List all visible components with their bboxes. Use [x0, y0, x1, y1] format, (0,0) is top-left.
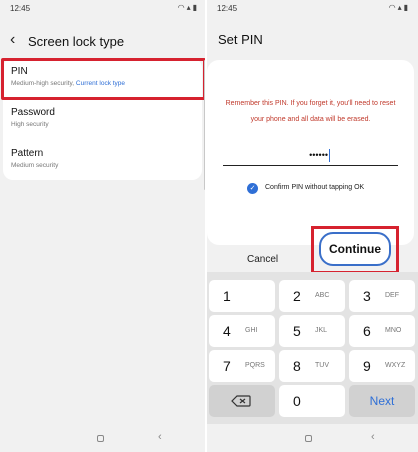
key-digit: 6	[363, 323, 371, 339]
key-digit: 4	[223, 323, 231, 339]
status-time: 12:45	[217, 4, 238, 13]
page-title: Set PIN	[218, 32, 263, 47]
status-icons: ◠▴▮	[178, 3, 199, 12]
battery-icon: ▮	[192, 3, 199, 12]
status-time: 12:45	[10, 4, 31, 13]
checkmark-icon[interactable]: ✓	[247, 183, 258, 194]
back-arrow-icon[interactable]: ‹	[10, 31, 15, 49]
nav-bar: ‹	[207, 426, 418, 452]
battery-icon: ▮	[403, 3, 410, 12]
status-bar: 12:45 ◠▴▮	[207, 0, 418, 16]
pin-masked-value: ••••••	[309, 150, 328, 160]
wifi-icon: ◠	[177, 3, 187, 12]
key-6[interactable]: 6 MNO	[349, 315, 415, 347]
key-digit: 0	[293, 393, 301, 409]
next-key[interactable]: Next	[349, 385, 415, 417]
pin-entry-card: Remember this PIN. If you forget it, you…	[207, 60, 414, 245]
key-digit: 2	[293, 288, 301, 304]
next-label: Next	[369, 394, 395, 408]
key-letters: ABC	[315, 292, 330, 299]
key-3[interactable]: 3 DEF	[349, 280, 415, 312]
key-digit: 3	[363, 288, 371, 304]
option-description: Medium security	[11, 162, 59, 169]
home-icon[interactable]	[305, 435, 312, 442]
option-description: High security	[11, 121, 49, 128]
option-pattern[interactable]: Pattern Medium security	[3, 140, 202, 178]
screen-lock-type-screen: 12:45 ◠▴▮ ‹ Screen lock type PIN Medium-…	[0, 0, 207, 452]
key-9[interactable]: 9 WXYZ	[349, 350, 415, 382]
cancel-button[interactable]: Cancel	[247, 254, 278, 265]
key-letters: PQRS	[245, 362, 265, 369]
status-bar: 12:45 ◠▴▮	[0, 0, 207, 16]
key-letters: DEF	[385, 292, 399, 299]
nav-bar: ‹	[0, 426, 207, 452]
option-label: Password	[11, 107, 55, 118]
key-digit: 5	[293, 323, 301, 339]
set-pin-screen: 12:45 ◠▴▮ Set PIN Remember this PIN. If …	[207, 0, 418, 452]
key-1[interactable]: 1	[209, 280, 275, 312]
pin-highlight-box	[1, 58, 206, 100]
backspace-key[interactable]	[209, 385, 275, 417]
key-letters: GHI	[245, 327, 258, 334]
pin-warning: Remember this PIN. If you forget it, you…	[225, 100, 396, 123]
key-5[interactable]: 5 JKL	[279, 315, 345, 347]
status-icons: ◠▴▮	[389, 3, 410, 12]
option-label: Pattern	[11, 148, 44, 159]
page-title: Screen lock type	[28, 34, 125, 49]
key-4[interactable]: 4 GHI	[209, 315, 275, 347]
wifi-icon: ◠	[388, 3, 398, 12]
key-letters: JKL	[315, 327, 328, 334]
back-nav-icon[interactable]: ‹	[371, 431, 375, 443]
text-cursor	[329, 149, 330, 162]
numeric-keypad: 1 2 ABC 3 DEF 4 GHI 5 JKL 6 MNO 7 PQRS 8 TUV 9 W…	[207, 272, 418, 424]
option-password[interactable]: Password High security	[3, 99, 202, 137]
key-letters: WXYZ	[385, 362, 406, 369]
key-digit: 1	[223, 288, 231, 304]
backspace-icon	[231, 395, 251, 407]
key-0[interactable]: 0	[279, 385, 345, 417]
home-icon[interactable]	[97, 435, 104, 442]
key-letters: MNO	[385, 327, 402, 334]
key-7[interactable]: 7 PQRS	[209, 350, 275, 382]
continue-button[interactable]: Continue	[319, 232, 391, 266]
key-digit: 9	[363, 358, 371, 374]
key-2[interactable]: 2 ABC	[279, 280, 345, 312]
confirm-pin-label: Confirm PIN without tapping OK	[265, 184, 365, 191]
back-nav-icon[interactable]: ‹	[158, 431, 162, 443]
key-digit: 7	[223, 358, 231, 374]
header: ‹ Screen lock type	[0, 28, 207, 54]
key-digit: 8	[293, 358, 301, 374]
key-8[interactable]: 8 TUV	[279, 350, 345, 382]
key-letters: TUV	[315, 362, 329, 369]
pin-input[interactable]: ••••••	[223, 148, 398, 166]
